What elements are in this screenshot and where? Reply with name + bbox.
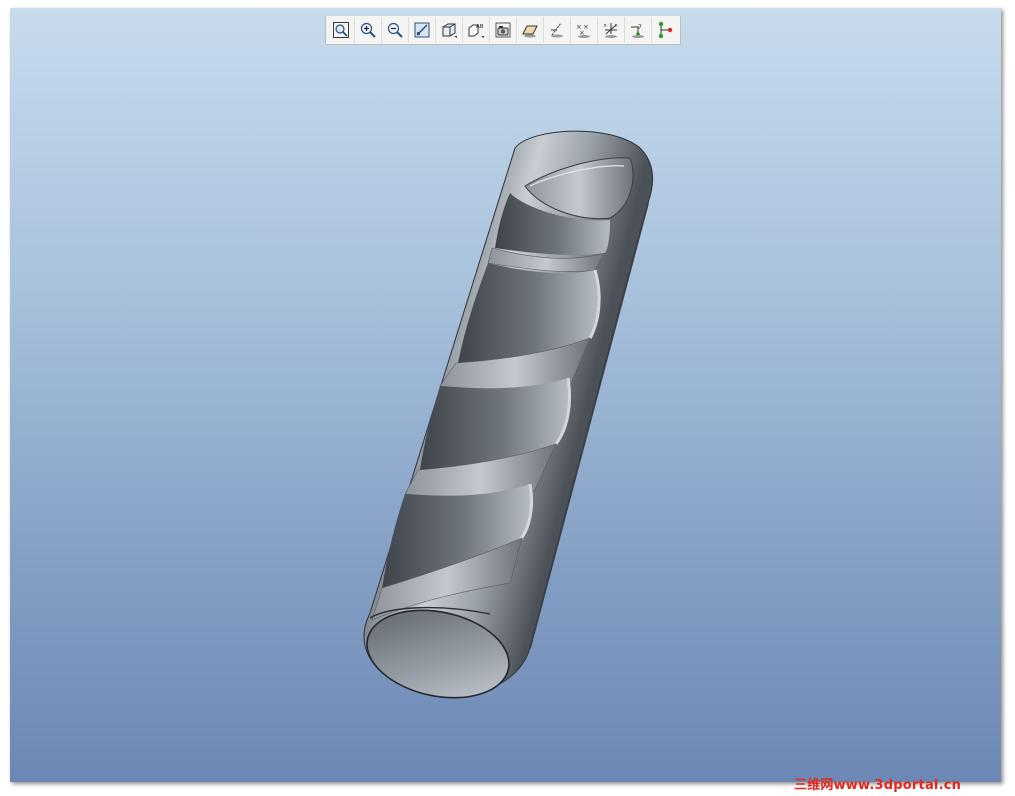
coordinate-systems-icon: × × <box>603 23 618 38</box>
screenshot-frame: AB × × × × × 7 三维网www.3dportal.cn <box>0 0 1015 796</box>
datum-axes-icon <box>551 22 563 38</box>
datum-points-icon: × × × <box>576 23 590 38</box>
zoom-in-icon <box>360 22 376 38</box>
repaint-icon <box>414 22 430 38</box>
datum-planes-button[interactable] <box>517 17 544 43</box>
refit-button[interactable] <box>328 17 355 43</box>
saved-views-icon: AB <box>468 24 484 38</box>
svg-text:AB: AB <box>476 24 484 30</box>
display-style-button[interactable] <box>436 17 463 43</box>
annotations-button[interactable]: 7 <box>625 17 652 43</box>
datum-planes-icon <box>522 25 538 38</box>
svg-text:×: × <box>614 23 618 29</box>
zoom-out-button[interactable] <box>382 17 409 43</box>
zoom-out-icon <box>387 22 403 38</box>
view-toolbar: AB × × × × × 7 <box>325 16 681 45</box>
saved-views-button[interactable]: AB <box>463 17 490 43</box>
refit-icon <box>333 22 349 38</box>
annotations-icon: 7 <box>631 24 644 38</box>
repaint-button[interactable] <box>409 17 436 43</box>
spin-center-icon <box>658 21 673 39</box>
coordinate-systems-button[interactable]: × × <box>598 17 625 43</box>
slotted-tube-model <box>363 130 653 699</box>
zoom-in-button[interactable] <box>355 17 382 43</box>
layers-button[interactable] <box>490 17 517 43</box>
datum-axes-button[interactable] <box>544 17 571 43</box>
layers-icon <box>495 22 511 38</box>
display-style-icon <box>442 23 457 38</box>
watermark-text: 三维网www.3dportal.cn <box>794 778 962 793</box>
datum-points-button[interactable]: × × × <box>571 17 598 43</box>
spin-center-button[interactable] <box>652 17 678 43</box>
svg-text:×: × <box>603 23 607 29</box>
graphics-window[interactable]: AB × × × × × 7 <box>10 8 1001 782</box>
svg-text:7: 7 <box>638 24 642 31</box>
